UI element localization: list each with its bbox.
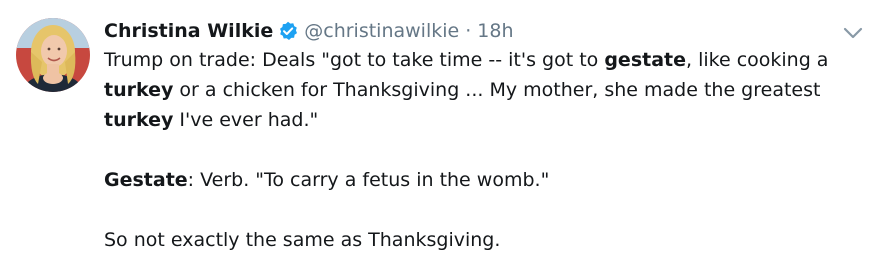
- text-segment: , like cooking a: [686, 49, 829, 71]
- bold-text-turkey: turkey: [104, 109, 174, 131]
- text-segment: or a chicken for Thanksgiving ... My mot…: [173, 79, 821, 101]
- tweet: Christina Wilkie @christinawilkie · 18h …: [0, 0, 884, 270]
- author-handle[interactable]: @christinawilkie: [304, 20, 459, 42]
- text-segment: I've ever had.": [173, 109, 319, 131]
- text-segment: So not exactly the same as Thanksgiving.: [104, 229, 501, 251]
- tweet-paragraph-2: Gestate: Verb. "To carry a fetus in the …: [104, 165, 874, 195]
- tweet-paragraph-3: So not exactly the same as Thanksgiving.: [104, 225, 874, 255]
- bold-text-gestate-definition: Gestate: [104, 169, 188, 191]
- bold-text-gestate: gestate: [604, 49, 686, 71]
- text-segment: : Verb. "To carry a fetus in the womb.": [187, 169, 550, 191]
- chevron-down-icon: [843, 27, 863, 39]
- text-segment: Trump on trade: Deals "got to take time …: [104, 49, 605, 71]
- tweet-header: Christina Wilkie @christinawilkie · 18h: [104, 14, 513, 48]
- bold-text-turkey: turkey: [104, 79, 174, 101]
- separator-dot: ·: [465, 20, 472, 42]
- avatar[interactable]: [16, 18, 90, 92]
- tweet-paragraph-1: Trump on trade: Deals "got to take time …: [104, 45, 874, 135]
- tweet-menu-button[interactable]: [840, 22, 866, 44]
- author-display-name[interactable]: Christina Wilkie: [104, 20, 273, 42]
- tweet-text: Trump on trade: Deals "got to take time …: [104, 45, 874, 255]
- avatar-image: [16, 18, 90, 92]
- verified-badge-icon: [278, 21, 298, 41]
- tweet-timestamp[interactable]: 18h: [477, 20, 513, 42]
